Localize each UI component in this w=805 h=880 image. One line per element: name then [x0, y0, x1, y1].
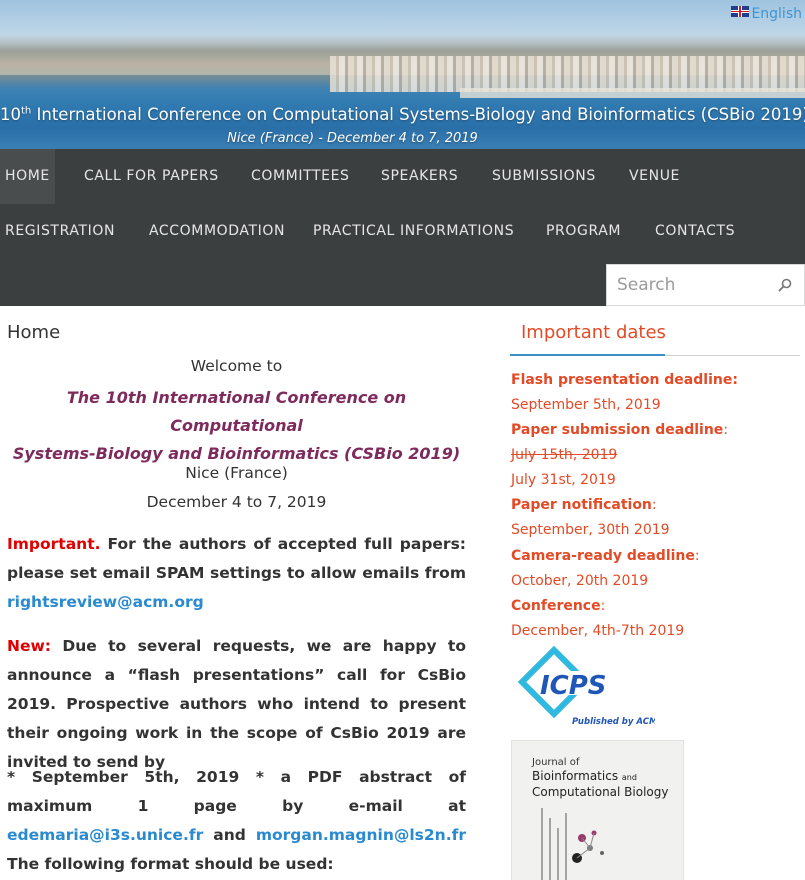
conference-date: December, 4th-7th 2019 — [511, 623, 685, 639]
notification-label: Paper notification: — [511, 497, 657, 513]
important-dates-title: Important dates — [510, 322, 800, 356]
nav-speakers[interactable]: SPEAKERS — [375, 149, 464, 204]
journal-cover-art — [541, 808, 604, 880]
important-label: Important. — [7, 535, 101, 553]
icps-logo[interactable]: ICPS Published by ACM — [510, 644, 655, 734]
notification-date: September, 30th 2019 — [511, 522, 670, 538]
conference-name: The 10th International Conference on Com… — [12, 388, 461, 463]
nav-submissions[interactable]: SUBMISSIONS — [486, 149, 602, 204]
search-icon[interactable] — [778, 278, 792, 292]
important-notice: Important. For the authors of accepted f… — [7, 535, 466, 611]
language-switch[interactable]: English — [731, 5, 802, 22]
nav-committees[interactable]: COMMITTEES — [245, 149, 356, 204]
banner-title: 10th International Conference on Computa… — [0, 105, 805, 124]
paper-old-date: July 15th, 2019 — [511, 447, 618, 463]
nav-registration[interactable]: REGISTRATION — [0, 204, 120, 259]
camera-ready-label: Camera-ready deadline: — [511, 548, 700, 564]
page-title: Home — [7, 322, 61, 343]
journal-title: Bioinformatics and Computational Biology — [532, 769, 669, 799]
paper-deadline-label: Paper submission deadline: — [511, 422, 729, 438]
nav-call-for-papers[interactable]: CALL FOR PAPERS — [78, 149, 225, 204]
conference-label: Conference: — [511, 598, 606, 614]
language-label: English — [751, 6, 802, 22]
flash-deadline-date: September 5th, 2019 — [511, 397, 661, 413]
main-content: Home Welcome to The 10th International C… — [0, 306, 490, 880]
flash-deadline-label: Flash presentation deadline: — [511, 372, 738, 388]
welcome-text: Welcome to — [190, 357, 283, 375]
rightsreview-email-link[interactable]: rightsreview@acm.org — [7, 593, 204, 611]
nav-program[interactable]: PROGRAM — [540, 204, 627, 259]
nav-contacts[interactable]: CONTACTS — [649, 204, 741, 259]
new-label: New: — [7, 637, 52, 655]
banner-shore — [460, 88, 805, 98]
deadline-notice: * September 5th, 2019 * a PDF abstract o… — [7, 768, 466, 873]
new-notice: New: Due to several requests, we are hap… — [7, 637, 466, 771]
journal-cover[interactable]: Journal of Bioinformatics and Computatio… — [511, 740, 684, 880]
nav-venue[interactable]: VENUE — [623, 149, 686, 204]
edemaria-email-link[interactable]: edemaria@i3s.unice.fr — [7, 826, 203, 844]
search-box — [606, 264, 805, 306]
paper-new-date: July 31st, 2019 — [511, 472, 616, 488]
banner-city — [330, 56, 805, 92]
header-banner: 10th International Conference on Computa… — [0, 0, 805, 149]
nav-accommodation[interactable]: ACCOMMODATION — [143, 204, 291, 259]
uk-flag-icon — [731, 5, 750, 17]
nav-practical-informations[interactable]: PRACTICAL INFORMATIONS — [307, 204, 520, 259]
camera-ready-date: October, 20th 2019 — [511, 573, 649, 589]
icps-subtext: Published by ACM — [572, 717, 655, 727]
conference-location: Nice (France) December 4 to 7, 2019 — [146, 464, 327, 511]
journal-line1: Journal of — [532, 757, 580, 768]
search-input[interactable] — [607, 265, 772, 305]
banner-subtitle: Nice (France) - December 4 to 7, 2019 — [227, 131, 478, 146]
main-nav: HOME CALL FOR PAPERS COMMITTEES SPEAKERS… — [0, 149, 805, 306]
icps-text: ICPS — [540, 671, 607, 701]
magnin-email-link[interactable]: morgan.magnin@ls2n.fr — [256, 826, 466, 844]
sidebar: Important dates Flash presentation deadl… — [510, 306, 805, 880]
nav-home[interactable]: HOME — [0, 149, 55, 204]
